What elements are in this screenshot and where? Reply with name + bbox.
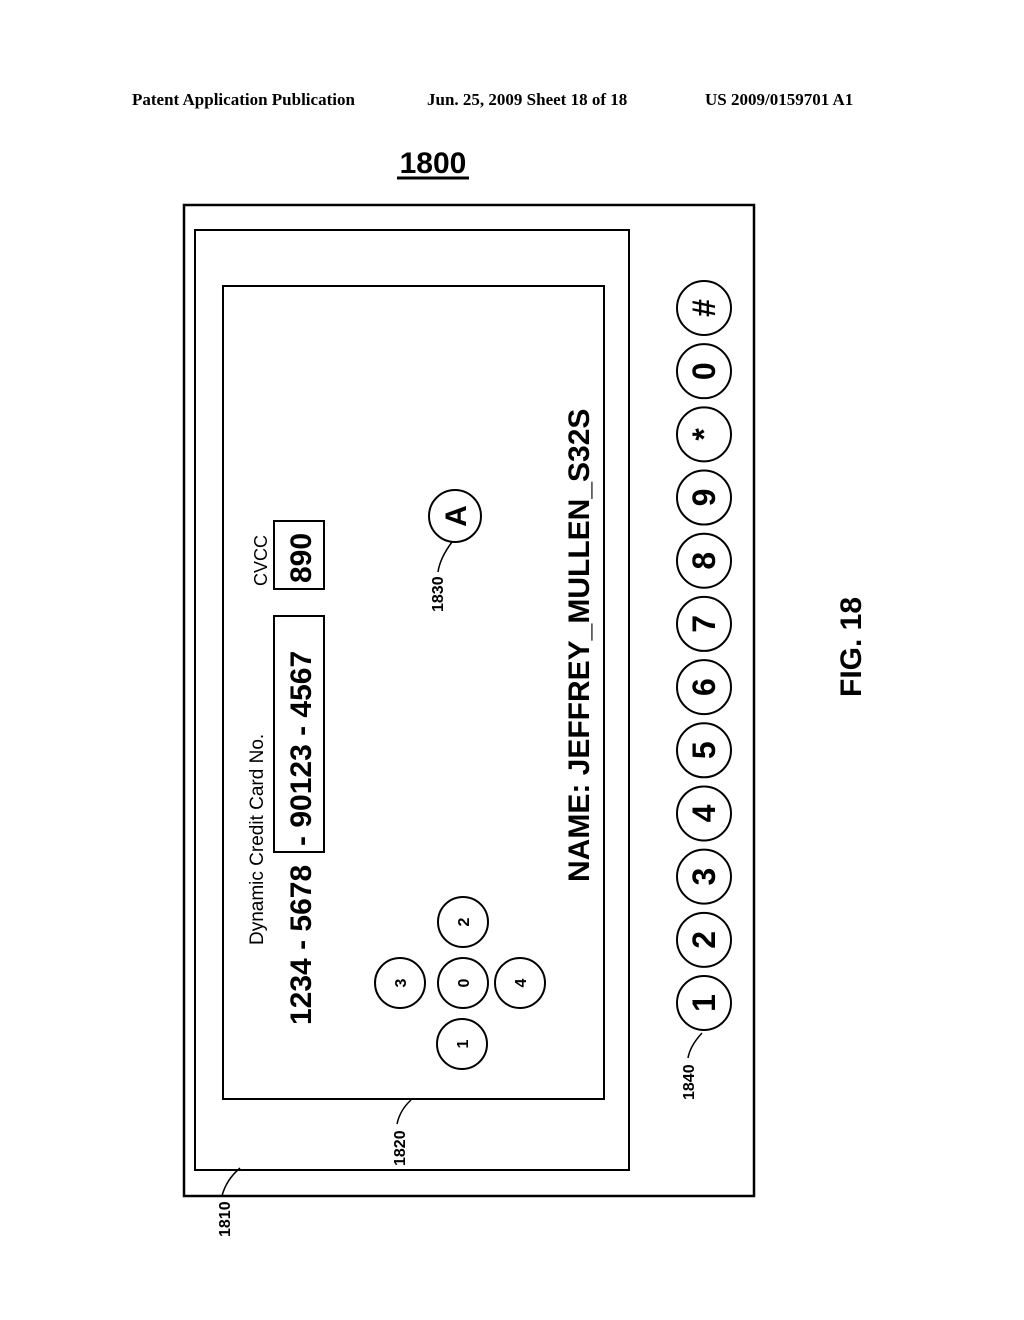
keypad-key-label: * bbox=[686, 428, 722, 441]
keypad-key-8[interactable]: 8 bbox=[676, 532, 732, 589]
keypad-key-6[interactable]: 6 bbox=[676, 659, 732, 716]
dpad: 2 3 0 4 1 bbox=[374, 896, 546, 1070]
keypad-key-label: 6 bbox=[686, 678, 722, 696]
card-title: Dynamic Credit Card No. bbox=[247, 734, 268, 945]
keypad-key-label: 9 bbox=[686, 489, 722, 507]
keypad-key-label: 1 bbox=[686, 994, 722, 1012]
nav-button-label: A bbox=[440, 505, 473, 527]
keypad-key-2[interactable]: 2 bbox=[676, 911, 732, 968]
figure-drawing: 1800 Dynamic Credit Card No. CVCC 1234 -… bbox=[182, 147, 868, 1237]
dpad-up-button[interactable]: 2 bbox=[437, 896, 489, 948]
cardholder-name: NAME: JEFFREY_MULLEN_S32S bbox=[563, 409, 596, 882]
ref-1830: 1830 bbox=[430, 576, 447, 612]
keypad-key-label: 4 bbox=[686, 804, 722, 822]
ref-1810: 1810 bbox=[217, 1201, 234, 1237]
dpad-left-button[interactable]: 3 bbox=[374, 957, 426, 1009]
leader-1830 bbox=[437, 541, 453, 573]
keypad-key-4[interactable]: 4 bbox=[676, 785, 732, 842]
keypad-key-star[interactable]: * bbox=[676, 406, 732, 463]
ref-1840: 1840 bbox=[681, 1064, 698, 1100]
keypad-key-hash[interactable]: # bbox=[676, 280, 732, 336]
keypad-key-0[interactable]: 0 bbox=[676, 343, 732, 400]
keypad-key-label: # bbox=[686, 299, 722, 317]
keypad-key-5[interactable]: 5 bbox=[676, 722, 732, 779]
keypad-key-label: 0 bbox=[686, 362, 722, 380]
keypad-key-label: 2 bbox=[686, 931, 722, 949]
nav-button-a[interactable]: A bbox=[428, 489, 482, 543]
dpad-center-label: 0 bbox=[456, 978, 473, 987]
keypad-key-label: 3 bbox=[686, 868, 722, 886]
keypad: 1 2 3 4 5 6 7 8 9 * 0 # bbox=[676, 280, 732, 1031]
dpad-down-button[interactable]: 1 bbox=[436, 1018, 488, 1070]
ref-1820: 1820 bbox=[392, 1130, 409, 1166]
card-number-dynamic: - 90123 - 4567 bbox=[285, 651, 318, 846]
keypad-key-9[interactable]: 9 bbox=[676, 469, 732, 526]
cvcc-label: CVCC bbox=[251, 535, 271, 586]
dpad-down-label: 1 bbox=[455, 1039, 472, 1048]
figure-caption: FIG. 18 bbox=[835, 597, 868, 697]
keypad-key-1[interactable]: 1 bbox=[676, 975, 732, 1031]
leader-1840 bbox=[687, 1032, 703, 1059]
card-number-static: 1234 - 5678 bbox=[285, 865, 318, 1025]
leader-1820 bbox=[396, 1099, 412, 1125]
dpad-right-label: 4 bbox=[513, 978, 530, 987]
keypad-key-3[interactable]: 3 bbox=[676, 848, 732, 905]
figure-number: 1800 bbox=[400, 147, 467, 180]
leader-1810 bbox=[221, 1167, 241, 1197]
display-screen bbox=[222, 285, 605, 1100]
cvcc-value: 890 bbox=[285, 533, 318, 583]
keypad-key-label: 8 bbox=[686, 552, 722, 570]
keypad-key-label: 7 bbox=[686, 615, 722, 633]
keypad-key-7[interactable]: 7 bbox=[676, 595, 732, 652]
dpad-right-button[interactable]: 4 bbox=[494, 957, 546, 1009]
keypad-key-label: 5 bbox=[686, 741, 722, 759]
dpad-up-label: 2 bbox=[456, 917, 473, 926]
dpad-center-button[interactable]: 0 bbox=[437, 957, 489, 1009]
dpad-left-label: 3 bbox=[393, 978, 410, 987]
